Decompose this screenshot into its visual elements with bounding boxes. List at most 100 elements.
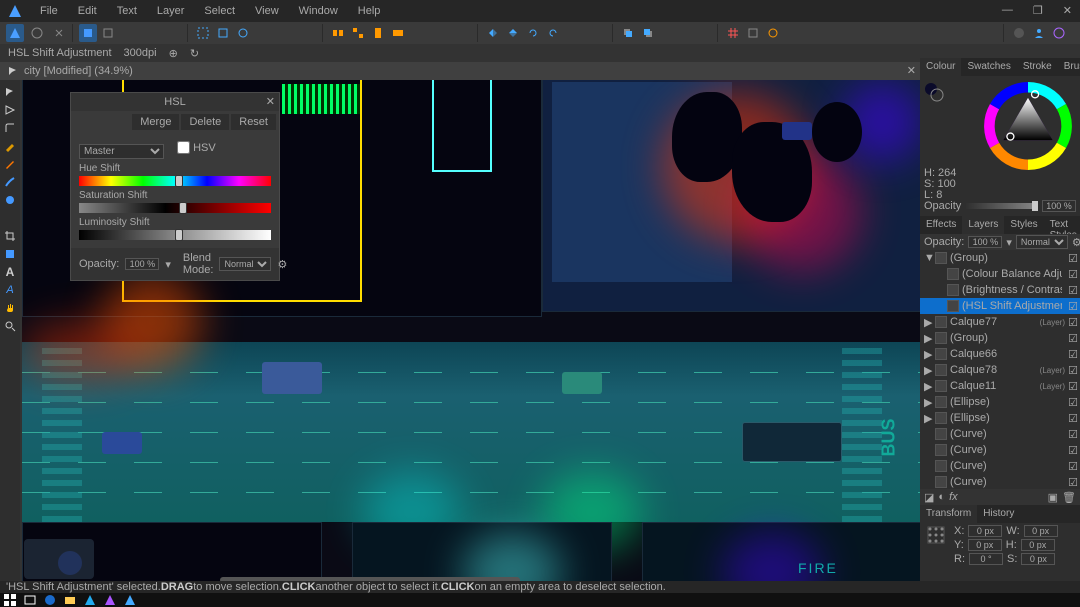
sat-slider[interactable] [79, 203, 271, 213]
text-tool-icon[interactable]: A [2, 264, 18, 280]
transform-h[interactable] [1021, 539, 1055, 551]
photo-persona-icon[interactable] [6, 24, 24, 42]
layers-opacity-stepper[interactable]: ▾ [1006, 236, 1012, 249]
taskview-icon[interactable] [24, 594, 36, 606]
color-swap-icon[interactable] [924, 82, 944, 102]
maximize-button[interactable]: ❐ [1029, 2, 1047, 19]
layer-expand-icon[interactable]: ▶ [924, 316, 932, 329]
hsl-close-icon[interactable]: ✕ [266, 95, 275, 108]
close-window-button[interactable]: ✕ [1059, 2, 1076, 19]
layer-visibility-checkbox[interactable]: ☑ [1068, 460, 1078, 473]
layer-row[interactable]: ▶(Group)☑ [920, 330, 1080, 346]
assistant-icon[interactable] [1010, 24, 1028, 42]
edge-icon[interactable] [44, 594, 56, 606]
snap-grid-icon[interactable] [724, 24, 742, 42]
layer-row[interactable]: (HSL Shift Adjustment)☑ [920, 298, 1080, 314]
tab-colour[interactable]: Colour [920, 58, 961, 76]
arrange-icon-2[interactable] [349, 24, 367, 42]
layer-visibility-checkbox[interactable]: ☑ [1068, 476, 1078, 489]
hsl-channel-select[interactable]: Master [79, 144, 164, 159]
start-icon[interactable] [4, 594, 16, 606]
move-tool-icon[interactable] [2, 84, 18, 100]
layer-row[interactable]: (Curve)☑ [920, 474, 1080, 489]
layers-gear-icon[interactable]: ⚙ [1072, 236, 1080, 249]
arrange-icon-3[interactable] [369, 24, 387, 42]
hue-slider[interactable] [79, 176, 271, 186]
layer-adjust-icon[interactable]: ◐ [938, 491, 945, 503]
minimize-button[interactable]: — [998, 2, 1017, 19]
app2-icon[interactable] [104, 594, 116, 606]
layer-visibility-checkbox[interactable]: ☑ [1068, 428, 1078, 441]
layer-row[interactable]: ▶Calque11(Layer)☑ [920, 378, 1080, 394]
rotate-ccw-icon[interactable] [524, 24, 542, 42]
document-tab[interactable]: city [Modified] (34.9%) [24, 65, 133, 77]
corner-tool-icon[interactable] [2, 120, 18, 136]
layer-delete-icon[interactable]: 🗑 [1062, 491, 1076, 504]
text-frame-tool-icon[interactable]: A [2, 282, 18, 298]
tab-stroke[interactable]: Stroke [1017, 58, 1058, 76]
layer-row[interactable]: ▶(Ellipse)☑ [920, 410, 1080, 426]
explorer-icon[interactable] [64, 594, 76, 606]
transform-w[interactable] [1024, 525, 1058, 537]
tab-layers[interactable]: Layers [962, 216, 1004, 234]
layer-row[interactable]: (Curve)☑ [920, 458, 1080, 474]
opacity-input[interactable] [1042, 200, 1076, 212]
close-view-icon[interactable]: ✕ [907, 64, 916, 77]
node-tool-icon[interactable] [2, 102, 18, 118]
menu-window[interactable]: Window [289, 2, 348, 20]
layer-visibility-checkbox[interactable]: ☑ [1068, 332, 1078, 345]
transform-x[interactable] [968, 525, 1002, 537]
layer-visibility-checkbox[interactable]: ☑ [1068, 268, 1078, 281]
arrange-icon-1[interactable] [329, 24, 347, 42]
layer-row[interactable]: ▶Calque66☑ [920, 346, 1080, 362]
transparency-tool-icon[interactable] [2, 210, 18, 226]
hsv-checkbox[interactable] [177, 141, 190, 154]
layer-row[interactable]: ▶Calque78(Layer)☑ [920, 362, 1080, 378]
zoom-tool-icon[interactable] [2, 318, 18, 334]
tab-textstyles[interactable]: Text Styles [1044, 216, 1080, 234]
layer-visibility-checkbox[interactable]: ☑ [1068, 348, 1078, 361]
flip-v-icon[interactable] [504, 24, 522, 42]
tab-brushes[interactable]: Brushes [1058, 58, 1080, 76]
layer-row[interactable]: (Colour Balance Adjustment)☑ [920, 266, 1080, 282]
layer-row[interactable]: ▶Calque77(Layer)☑ [920, 314, 1080, 330]
app3-icon[interactable] [124, 594, 136, 606]
tab-swatches[interactable]: Swatches [961, 58, 1016, 76]
hsl-reset-button[interactable]: Reset [231, 114, 276, 130]
layer-expand-icon[interactable]: ▶ [924, 412, 932, 425]
snap-icon-3[interactable] [764, 24, 782, 42]
account-icon[interactable] [1030, 24, 1048, 42]
selection-icon-2[interactable] [214, 24, 232, 42]
menu-layer[interactable]: Layer [147, 2, 195, 20]
arrange-icon-4[interactable] [389, 24, 407, 42]
tab-history[interactable]: History [977, 505, 1020, 523]
flip-h-icon[interactable] [484, 24, 502, 42]
context-icon-1[interactable]: ⊕ [169, 47, 178, 60]
shape-tool-icon[interactable] [2, 246, 18, 262]
selection-icon-3[interactable] [234, 24, 252, 42]
hsl-blend-select[interactable]: Normal [219, 257, 271, 271]
opacity-slider[interactable] [965, 203, 1038, 209]
color-wheel[interactable] [984, 82, 1072, 170]
order-front-icon[interactable] [639, 24, 657, 42]
layer-row[interactable]: (Curve)☑ [920, 426, 1080, 442]
transform-r[interactable] [969, 553, 1003, 565]
layer-visibility-checkbox[interactable]: ☑ [1068, 316, 1078, 329]
lum-slider[interactable] [79, 230, 271, 240]
layer-visibility-checkbox[interactable]: ☑ [1068, 252, 1078, 265]
layer-visibility-checkbox[interactable]: ☑ [1068, 284, 1078, 297]
hand-tool-icon[interactable] [2, 300, 18, 316]
hsl-dialog-header[interactable]: HSL ✕ [71, 93, 279, 111]
tab-styles[interactable]: Styles [1004, 216, 1043, 234]
hsl-gear-icon[interactable]: ⚙ [277, 258, 287, 271]
menu-text[interactable]: Text [107, 2, 147, 20]
menu-help[interactable]: Help [348, 2, 391, 20]
pen-tool-icon[interactable] [2, 138, 18, 154]
layer-visibility-checkbox[interactable]: ☑ [1068, 300, 1078, 313]
layers-opacity-input[interactable] [968, 236, 1002, 248]
layer-expand-icon[interactable]: ▶ [924, 380, 932, 393]
navigator-cube[interactable] [24, 539, 94, 579]
layer-fx-icon[interactable]: fx [949, 491, 958, 503]
context-icon-2[interactable]: ↻ [190, 47, 199, 60]
hsl-opacity-input[interactable] [125, 258, 159, 270]
